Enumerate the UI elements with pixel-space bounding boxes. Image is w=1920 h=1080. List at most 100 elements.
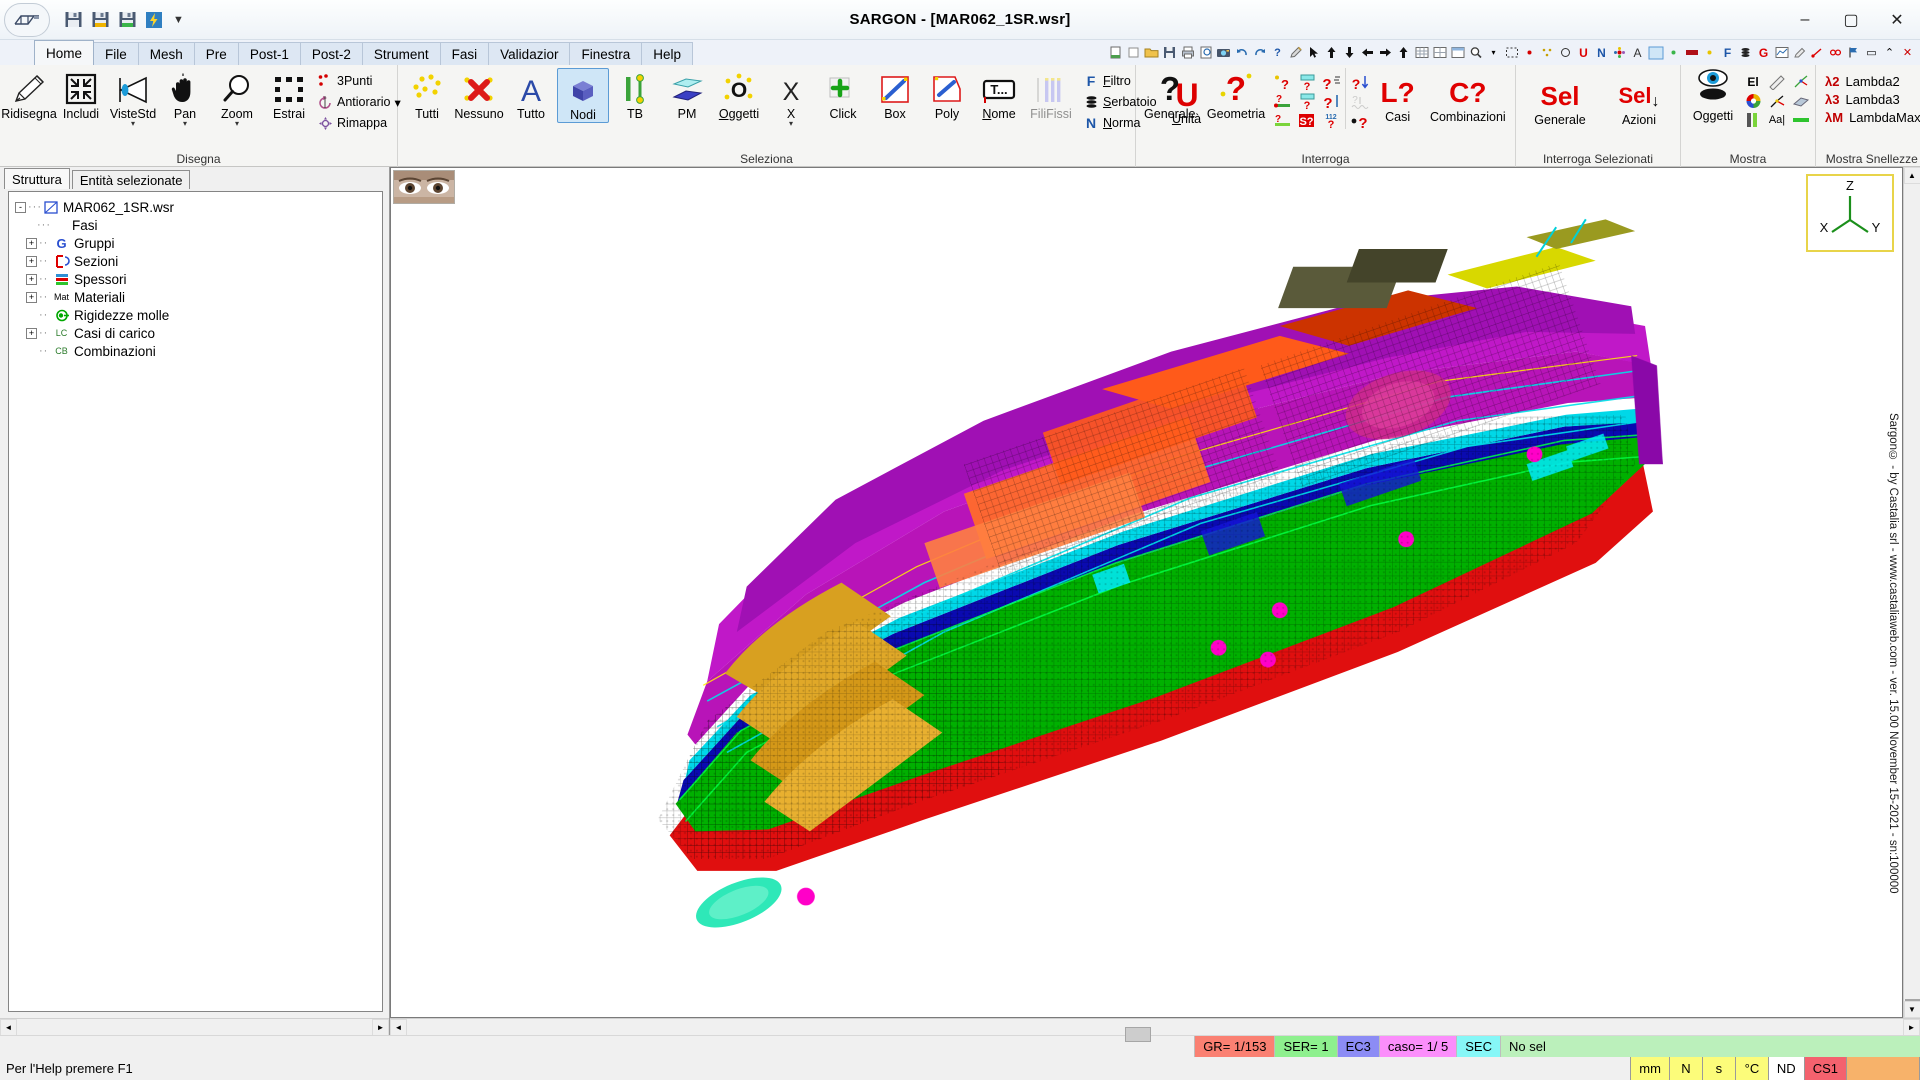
letter-n-icon[interactable]: N [1593, 43, 1610, 62]
hscroll-thumb[interactable] [1125, 1027, 1152, 1042]
dot-red-icon[interactable] [1521, 43, 1538, 62]
section-indicator[interactable]: SEC [1456, 1036, 1500, 1057]
query-green-beam-icon[interactable]: ? [1272, 111, 1294, 129]
close-button[interactable]: ✕ [1874, 0, 1920, 40]
tab-finestra[interactable]: Finestra [569, 42, 643, 65]
flower-icon[interactable] [1611, 43, 1628, 62]
selection-dashed-icon[interactable] [1503, 43, 1520, 62]
button-geometria[interactable]: ? Geometria [1201, 68, 1272, 121]
print-preview-icon[interactable] [1197, 43, 1214, 62]
button-oggetti-mostra[interactable]: Oggetti [1684, 68, 1742, 123]
expander-icon[interactable]: + [26, 237, 37, 249]
flag-icon[interactable] [1845, 43, 1862, 62]
help-question-icon[interactable]: ? [1269, 43, 1286, 62]
query-stress-icon[interactable]: ? [1320, 73, 1342, 91]
query-node-icon[interactable]: ? [1272, 73, 1294, 91]
dots-icon[interactable] [1539, 43, 1556, 62]
button-lambda3[interactable]: λ3 Lambda3 [1825, 92, 1920, 107]
tree-item-fasi[interactable]: ··· Fasi [15, 216, 382, 234]
unit-length[interactable]: mm [1630, 1057, 1670, 1080]
viewport-horizontal-scrollbar[interactable]: ◄ ► [390, 1018, 1920, 1042]
tab-entita-selezionate[interactable]: Entità selezionate [71, 170, 191, 189]
node-red-icon[interactable] [1809, 43, 1826, 62]
query-dot-icon[interactable]: ? [1350, 111, 1372, 129]
letter-f-icon[interactable]: F [1719, 43, 1736, 62]
button-tutti[interactable]: Tutti [401, 68, 453, 121]
redo-icon[interactable] [1251, 43, 1268, 62]
scroll-right-button[interactable]: ► [1903, 1018, 1920, 1036]
expander-icon[interactable]: + [26, 255, 37, 267]
circle-icon[interactable] [1557, 43, 1574, 62]
scroll-up-button[interactable]: ▲ [1903, 167, 1920, 184]
lightning-icon[interactable] [143, 9, 165, 31]
button-click[interactable]: Click [817, 68, 869, 121]
ruler-icon[interactable] [1766, 73, 1788, 91]
collapse-ribbon-icon[interactable]: ⌃ [1881, 43, 1898, 62]
selection-indicator[interactable]: No sel [1500, 1036, 1920, 1057]
arrow-left-icon[interactable] [1359, 43, 1376, 62]
expander-icon[interactable]: + [26, 273, 37, 285]
coordinate-system[interactable]: CS1 [1803, 1057, 1847, 1080]
button-poly[interactable]: Poly [921, 68, 973, 121]
button-casi[interactable]: L? Casi [1372, 68, 1424, 125]
button-box[interactable]: Box [869, 68, 921, 121]
button-antiorario[interactable]: Antiorario ▾ [317, 92, 401, 112]
query-s-red-icon[interactable]: S? [1296, 111, 1318, 129]
query-112-icon[interactable]: 112? [1320, 111, 1342, 129]
expander-icon[interactable]: + [26, 327, 37, 339]
tab-strumenti[interactable]: Strument [361, 42, 441, 65]
button-nessuno[interactable]: Nessuno [453, 68, 505, 121]
pen-icon[interactable] [1287, 43, 1304, 62]
tree-item-model[interactable]: - ··· MAR062_1SR.wsr [15, 198, 382, 216]
query-down-arrow-icon[interactable]: ? [1350, 73, 1372, 91]
tab-validazione[interactable]: Validazior [488, 42, 571, 65]
button-vistestd[interactable]: VisteStd ▾ [107, 68, 159, 128]
button-nodi[interactable]: Nodi [557, 68, 609, 123]
settings-collapse-icon[interactable]: ▭ [1863, 43, 1880, 62]
application-menu-button[interactable] [4, 2, 50, 37]
query-plate-icon[interactable]: ? [1296, 92, 1318, 110]
button-includi[interactable]: Includi [55, 68, 107, 121]
group-indicator[interactable]: GR= 1/153 [1194, 1036, 1275, 1057]
qat-more-icon[interactable]: ▼ [173, 14, 184, 26]
button-pan[interactable]: Pan ▾ [159, 68, 211, 128]
save-green-icon[interactable] [116, 9, 138, 31]
arrow-up-icon[interactable] [1323, 43, 1340, 62]
tree-item-gruppi[interactable]: + ·· G Gruppi [15, 234, 382, 252]
button-tb[interactable]: TB [609, 68, 661, 121]
cursor-black-icon[interactable] [1305, 43, 1322, 62]
tree-item-materiali[interactable]: + ·· Mat Materiali [15, 288, 382, 306]
unit-time[interactable]: s [1701, 1057, 1736, 1080]
node-axes-icon[interactable] [1790, 73, 1812, 91]
table-icon[interactable] [1449, 43, 1466, 62]
unit-temperature[interactable]: °C [1734, 1057, 1769, 1080]
tree-item-sezioni[interactable]: + ·· Sezioni [15, 252, 382, 270]
red-bar-icon[interactable] [1683, 43, 1700, 62]
camera-icon[interactable] [1215, 43, 1232, 62]
minimize-button[interactable]: – [1782, 0, 1828, 40]
tab-help[interactable]: Help [641, 42, 693, 65]
arrow-down-icon[interactable] [1341, 43, 1358, 62]
unit-force[interactable]: N [1668, 1057, 1703, 1080]
expander-icon[interactable]: - [15, 201, 26, 213]
tree-item-rigidezze-molle[interactable]: ·· Rigidezze molle [15, 306, 382, 324]
scroll-right-button[interactable]: ► [372, 1018, 389, 1036]
expander-icon[interactable]: + [26, 291, 37, 303]
tab-home[interactable]: Home [34, 40, 95, 65]
dropdown-arrow-icon[interactable]: ▾ [789, 120, 793, 128]
structure-tree[interactable]: - ··· MAR062_1SR.wsr ··· Fasi + ·· G Gru… [8, 191, 383, 1012]
query-wave-icon[interactable]: ? [1350, 92, 1372, 110]
button-pm[interactable]: PM [661, 68, 713, 121]
button-rimappa[interactable]: Rimappa [317, 113, 401, 133]
arrow-up2-icon[interactable] [1395, 43, 1412, 62]
button-lambda2[interactable]: λ2 Lambda2 [1825, 74, 1920, 89]
tree-item-spessori[interactable]: + ·· Spessori [15, 270, 382, 288]
arrow-right-icon[interactable] [1377, 43, 1394, 62]
grid-icon[interactable] [1413, 43, 1430, 62]
new-page-icon[interactable] [1107, 43, 1124, 62]
button-sel-azioni[interactable]: Sel ↓ Azioni [1601, 68, 1677, 127]
button-x[interactable]: X X ▾ [765, 68, 817, 128]
bars-icon[interactable] [1742, 111, 1764, 129]
element-label-icon[interactable]: El [1742, 73, 1764, 91]
button-estrai[interactable]: Estrai [263, 68, 315, 121]
